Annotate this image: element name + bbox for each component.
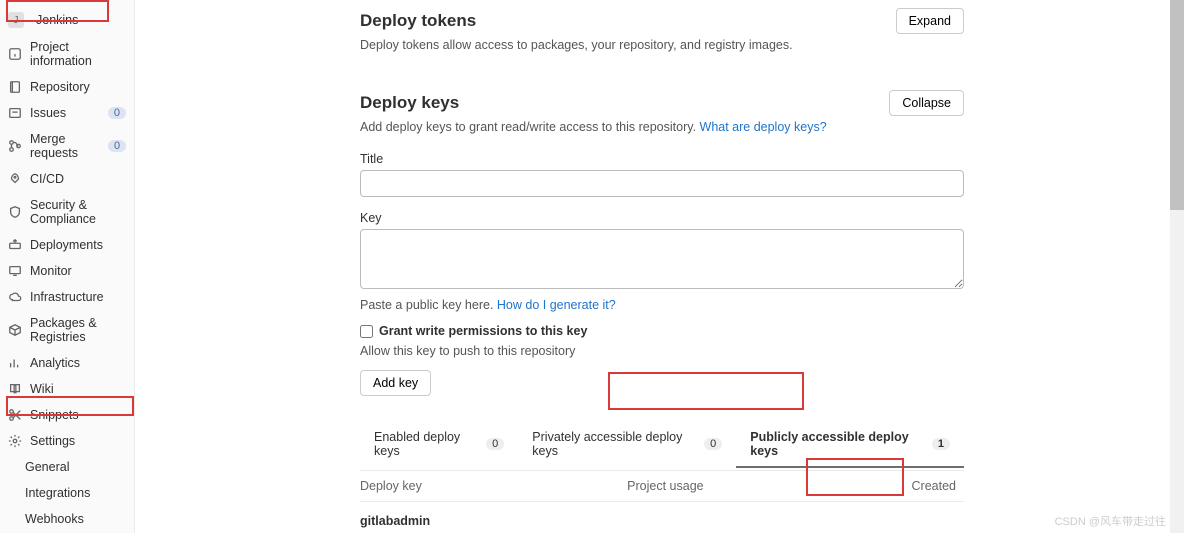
deploy-keys-desc: Add deploy keys to grant read/write acce…	[360, 120, 964, 134]
tab-badge: 0	[486, 438, 504, 450]
sidebar-item-snippets[interactable]: Snippets	[0, 402, 134, 428]
main-content: Deploy tokens Expand Deploy tokens allow…	[135, 0, 1184, 533]
sidebar: J Jenkins Project information Repository…	[0, 0, 135, 533]
deploy-keys-title: Deploy keys	[360, 93, 459, 113]
tab-label: Enabled deploy keys	[374, 430, 480, 458]
sidebar-item-label: Infrastructure	[30, 290, 104, 304]
tab-public-keys[interactable]: Publicly accessible deploy keys 1	[736, 420, 964, 470]
tab-badge: 1	[932, 438, 950, 450]
chart-icon	[8, 356, 22, 370]
merge-badge: 0	[108, 140, 126, 152]
project-name: Jenkins	[36, 13, 78, 27]
gear-icon	[8, 434, 22, 448]
sidebar-item-issues[interactable]: Issues 0	[0, 100, 134, 126]
sidebar-item-repository[interactable]: Repository	[0, 74, 134, 100]
sidebar-item-infra[interactable]: Infrastructure	[0, 284, 134, 310]
sidebar-sub-webhooks[interactable]: Webhooks	[0, 506, 134, 532]
tabs: Enabled deploy keys 0 Privately accessib…	[360, 420, 964, 471]
sidebar-item-label: Issues	[30, 106, 66, 120]
what-are-keys-link[interactable]: What are deploy keys?	[700, 120, 827, 134]
sidebar-item-label: CI/CD	[30, 172, 64, 186]
tab-enabled-keys[interactable]: Enabled deploy keys 0	[360, 420, 518, 470]
package-icon	[8, 323, 22, 337]
grant-write-checkbox[interactable]	[360, 325, 373, 338]
sidebar-item-settings[interactable]: Settings	[0, 428, 134, 454]
cloud-icon	[8, 290, 22, 304]
deploy-tokens-desc: Deploy tokens allow access to packages, …	[360, 38, 964, 52]
sidebar-item-label: Packages & Registries	[30, 316, 126, 344]
sidebar-item-merge[interactable]: Merge requests 0	[0, 126, 134, 166]
sidebar-item-label: Deployments	[30, 238, 103, 252]
book-icon	[8, 382, 22, 396]
rocket-icon	[8, 172, 22, 186]
sidebar-item-label: Integrations	[25, 486, 90, 500]
issues-badge: 0	[108, 107, 126, 119]
sidebar-item-packages[interactable]: Packages & Registries	[0, 310, 134, 350]
sidebar-item-security[interactable]: Security & Compliance	[0, 192, 134, 232]
grant-write-label: Grant write permissions to this key	[379, 324, 587, 338]
sidebar-sub-general[interactable]: General	[0, 454, 134, 480]
sidebar-item-wiki[interactable]: Wiki	[0, 376, 134, 402]
col-header-usage: Project usage	[627, 479, 750, 493]
expand-button[interactable]: Expand	[896, 8, 964, 34]
watermark: CSDN @风车带走过往	[1055, 513, 1166, 529]
project-header[interactable]: J Jenkins	[0, 6, 134, 34]
sidebar-item-deployments[interactable]: Deployments	[0, 232, 134, 258]
collapse-button[interactable]: Collapse	[889, 90, 964, 116]
info-icon	[8, 47, 22, 61]
sidebar-item-label: Snippets	[30, 408, 79, 422]
project-avatar: J	[8, 12, 24, 28]
col-header-key: Deploy key	[360, 479, 627, 493]
shield-icon	[8, 205, 22, 219]
tab-label: Publicly accessible deploy keys	[750, 430, 926, 458]
sidebar-item-label: Security & Compliance	[30, 198, 126, 226]
table-row: gitlabadmin MD5:f3:db:94:02:3b:a3:95:e3:…	[360, 502, 964, 533]
sidebar-item-label: Analytics	[30, 356, 80, 370]
tab-badge: 0	[704, 438, 722, 450]
title-label: Title	[360, 152, 964, 166]
sidebar-item-cicd[interactable]: CI/CD	[0, 166, 134, 192]
push-desc: Allow this key to push to this repositor…	[360, 344, 964, 358]
scrollbar-thumb[interactable]	[1170, 0, 1184, 210]
sidebar-item-label: General	[25, 460, 69, 474]
title-input[interactable]	[360, 170, 964, 197]
sidebar-item-label: Project information	[30, 40, 126, 68]
key-label: Key	[360, 211, 964, 225]
key-name: gitlabadmin	[360, 514, 631, 528]
repo-icon	[8, 80, 22, 94]
tab-private-keys[interactable]: Privately accessible deploy keys 0	[518, 420, 736, 470]
sidebar-item-label: Webhooks	[25, 512, 84, 526]
table-header: Deploy key Project usage Created	[360, 471, 964, 502]
sidebar-item-analytics[interactable]: Analytics	[0, 350, 134, 376]
issues-icon	[8, 106, 22, 120]
key-helper: Paste a public key here. How do I genera…	[360, 298, 964, 312]
deploy-icon	[8, 238, 22, 252]
sidebar-item-label: Merge requests	[30, 132, 100, 160]
generate-link[interactable]: How do I generate it?	[497, 298, 616, 312]
scrollbar[interactable]	[1170, 0, 1184, 533]
sidebar-item-label: Monitor	[30, 264, 72, 278]
col-header-created: Created	[750, 479, 964, 493]
sidebar-item-label: Repository	[30, 80, 90, 94]
key-textarea[interactable]	[360, 229, 964, 289]
sidebar-item-label: Settings	[30, 434, 75, 448]
scissors-icon	[8, 408, 22, 422]
monitor-icon	[8, 264, 22, 278]
add-key-button[interactable]: Add key	[360, 370, 431, 396]
sidebar-item-monitor[interactable]: Monitor	[0, 258, 134, 284]
tab-label: Privately accessible deploy keys	[532, 430, 698, 458]
sidebar-item-label: Wiki	[30, 382, 54, 396]
sidebar-sub-integrations[interactable]: Integrations	[0, 480, 134, 506]
deploy-tokens-title: Deploy tokens	[360, 11, 476, 31]
sidebar-item-project-info[interactable]: Project information	[0, 34, 134, 74]
merge-icon	[8, 139, 22, 153]
